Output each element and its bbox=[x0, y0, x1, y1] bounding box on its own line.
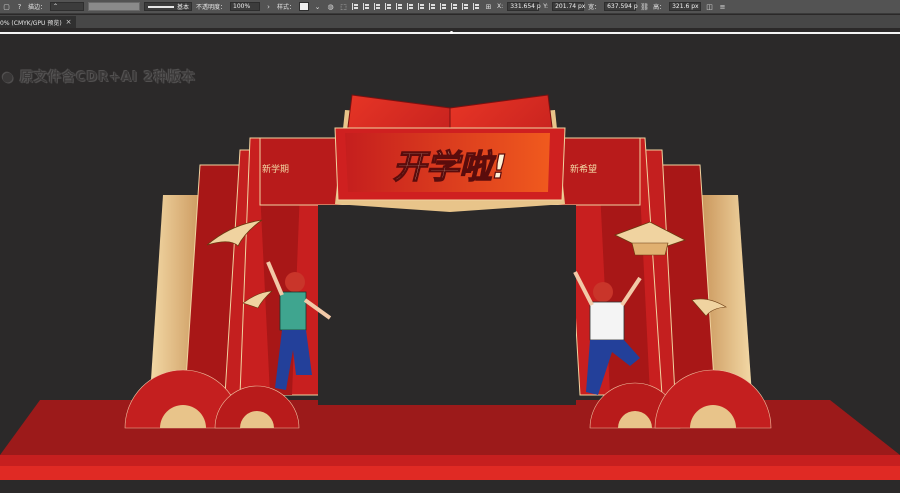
align-middle-icon[interactable] bbox=[396, 3, 403, 10]
distribute-top-icon[interactable] bbox=[418, 3, 425, 10]
align-left-icon[interactable] bbox=[352, 3, 359, 10]
opacity-field[interactable]: 100% bbox=[230, 2, 261, 11]
control-bar: ▢ ? 描边： ⌃ 基本 不透明度： 100% › 样式： ⌄ ◍ ⬚ ⊞ X:… bbox=[0, 0, 900, 14]
align-center-icon[interactable] bbox=[363, 3, 370, 10]
left-panel-text: 新学期 bbox=[262, 163, 289, 175]
align-bottom-icon[interactable] bbox=[407, 3, 414, 10]
transform-icon[interactable]: ◫ bbox=[705, 2, 714, 11]
y-field[interactable]: 201.74 px bbox=[552, 2, 586, 11]
recolor-artwork-icon[interactable]: ◍ bbox=[326, 2, 335, 11]
document-tab-bar: 0% (CMYK/GPU 预览) × bbox=[0, 15, 900, 28]
artwork[interactable]: 新学期 新希望 开学啦! bbox=[0, 29, 900, 493]
height-value: 321.6 bbox=[672, 3, 690, 10]
graphic-style-swatch[interactable] bbox=[299, 2, 310, 11]
close-icon[interactable]: × bbox=[66, 18, 72, 26]
height-label: 高： bbox=[653, 4, 666, 11]
distribute-center-icon[interactable] bbox=[462, 3, 469, 10]
height-field[interactable]: 321.6 px bbox=[669, 2, 702, 11]
x-value: 331.654 bbox=[510, 3, 535, 10]
distribute-bottom-icon[interactable] bbox=[440, 3, 447, 10]
chevron-down-icon[interactable]: ⌄ bbox=[313, 2, 322, 11]
y-value: 201.74 bbox=[555, 3, 577, 10]
brush-stroke-preview bbox=[148, 5, 174, 8]
right-panel-text: 新希望 bbox=[570, 163, 597, 175]
arch-inner-opening bbox=[318, 205, 576, 405]
height-unit: px bbox=[691, 3, 699, 10]
open-book-sign[interactable]: 开学啦! bbox=[334, 94, 566, 212]
align-right-icon[interactable] bbox=[374, 3, 381, 10]
chevron-right-icon[interactable]: › bbox=[264, 2, 273, 11]
distribute-right-icon[interactable] bbox=[473, 3, 480, 10]
width-label: 宽： bbox=[588, 4, 601, 11]
reference-point-icon[interactable]: ⊞ bbox=[484, 2, 493, 11]
stroke-label: 描边： bbox=[28, 4, 47, 11]
width-field[interactable]: 637.594 p bbox=[604, 2, 638, 11]
align-top-icon[interactable] bbox=[385, 3, 392, 10]
align-to-selection-icon[interactable]: ⬚ bbox=[339, 2, 348, 11]
y-label: Y: bbox=[543, 3, 549, 10]
x-unit: p bbox=[536, 3, 541, 10]
banner-title: 开学啦! bbox=[393, 147, 507, 186]
brush-label: 基本 bbox=[177, 4, 190, 11]
x-label: X: bbox=[497, 3, 504, 10]
constrain-proportions-icon[interactable]: ⛓ bbox=[640, 2, 649, 11]
style-label: 样式： bbox=[277, 4, 296, 11]
select-icon[interactable]: ▢ bbox=[2, 2, 11, 11]
brush-definition-dropdown[interactable]: 基本 bbox=[144, 2, 193, 11]
x-field[interactable]: 331.654 p bbox=[507, 2, 541, 11]
variable-width-profile[interactable] bbox=[88, 2, 141, 11]
width-value: 637.594 bbox=[607, 3, 632, 10]
stroke-weight-field[interactable]: ⌃ bbox=[50, 2, 85, 11]
document-tab[interactable]: 0% (CMYK/GPU 预览) × bbox=[0, 16, 76, 28]
y-unit: px bbox=[578, 3, 586, 10]
width-unit: p bbox=[633, 3, 638, 10]
question-icon[interactable]: ? bbox=[15, 2, 24, 11]
menu-icon[interactable]: ≡ bbox=[718, 2, 727, 11]
opacity-label: 不透明度： bbox=[196, 4, 227, 11]
document-tab-label: 0% (CMYK/GPU 预览) bbox=[0, 19, 62, 27]
distribute-middle-icon[interactable] bbox=[429, 3, 436, 10]
distribute-left-icon[interactable] bbox=[451, 3, 458, 10]
